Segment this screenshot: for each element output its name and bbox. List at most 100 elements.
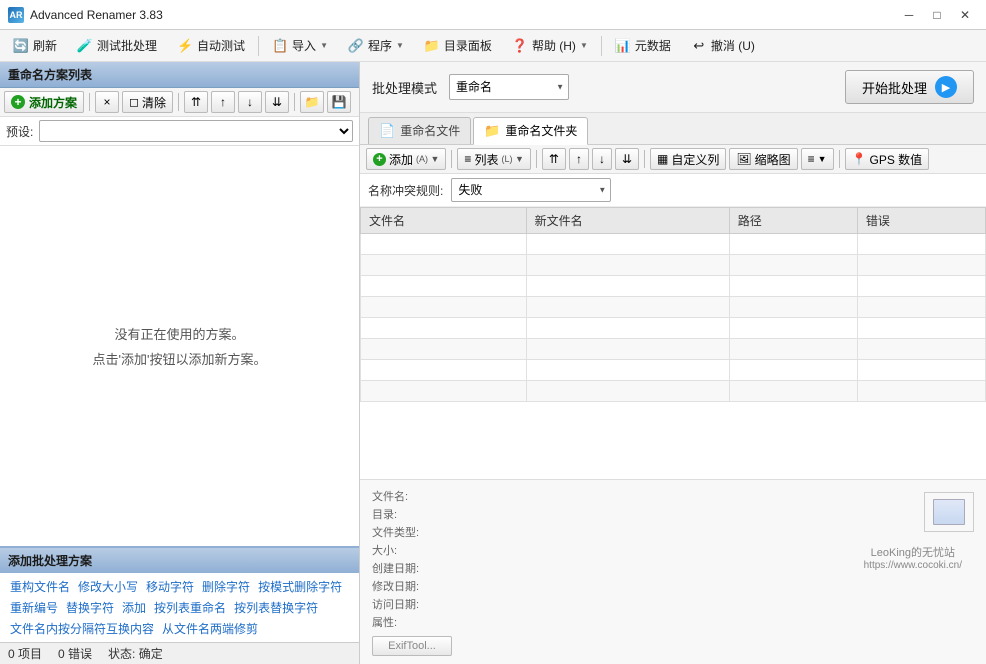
app-title: Advanced Renamer 3.83 — [30, 8, 163, 22]
table-row — [361, 276, 986, 297]
move-down-button[interactable]: ↓ — [238, 91, 262, 113]
conflict-row: 名称冲突规则: 失败 跳过 覆盖 — [360, 174, 986, 207]
link-trim[interactable]: 从文件名两端修剪 — [160, 619, 260, 638]
list-button[interactable]: ≡ 列表 (L) ▼ — [457, 148, 530, 170]
menu-auto-test[interactable]: ⚡ 自动测试 — [168, 33, 254, 58]
table-row — [361, 360, 986, 381]
menu-refresh[interactable]: 🔄 刷新 — [4, 33, 66, 58]
menu-undo[interactable]: ↩ 撤消 (U) — [682, 33, 764, 58]
folder-button[interactable]: 📁 — [300, 91, 324, 113]
link-replace-char[interactable]: 替换字符 — [64, 598, 116, 617]
brand-area: LeoKing的无忧站 https://www.cocoki.cn/ — [852, 540, 974, 575]
move-up-top-button[interactable]: ⇈ — [184, 91, 208, 113]
title-bar: AR Advanced Renamer 3.83 ─ □ ✕ — [0, 0, 986, 30]
file-info-section: 文件名: 目录: 文件类型: 大小: 创建日期: 修改日期: 访问日期: 属性:… — [360, 479, 986, 664]
close-button[interactable]: ✕ — [952, 5, 978, 25]
move-up-file-button[interactable]: ↑ — [569, 148, 589, 170]
action-toolbar: + 添加 (A) ▼ ≡ 列表 (L) ▼ ⇈ ↑ ↓ ⇊ ▦ 自定义列 🖼 缩 — [360, 145, 986, 174]
thumbnail-preview — [933, 499, 965, 525]
conflict-label: 名称冲突规则: — [368, 182, 443, 199]
batch-mode-label: 批处理模式 — [372, 78, 437, 97]
delete-scheme-button[interactable]: × — [95, 91, 119, 113]
info-size: 大小: — [372, 542, 832, 558]
menu-dir-panel[interactable]: 📁 目录面板 — [415, 33, 501, 58]
help-icon: ❓ — [512, 38, 528, 54]
menu-bar: 🔄 刷新 🧪 测试批处理 ⚡ 自动测试 📋 导入 ▼ 🔗 程序 ▼ 📁 目录面板… — [0, 30, 986, 62]
clear-icon: ◻ — [129, 95, 139, 109]
menu-help[interactable]: ❓ 帮助 (H) ▼ — [503, 33, 597, 58]
custom-col-icon: ▦ — [657, 152, 668, 166]
info-attributes: 属性: — [372, 614, 832, 630]
minimize-button[interactable]: ─ — [896, 5, 922, 25]
link-delete-char[interactable]: 删除字符 — [200, 577, 252, 596]
gps-icon: 📍 — [852, 152, 867, 166]
file-table-container[interactable]: 文件名 新文件名 路径 错误 — [360, 207, 986, 479]
custom-col-button[interactable]: ▦ 自定义列 — [650, 148, 726, 170]
info-filename: 文件名: — [372, 488, 832, 504]
dir-panel-icon: 📁 — [424, 38, 440, 54]
file-info-left: 文件名: 目录: 文件类型: 大小: 创建日期: 修改日期: 访问日期: 属性:… — [372, 488, 832, 656]
link-swap-delim[interactable]: 文件名内按分隔符互换内容 — [8, 619, 156, 638]
add-batch-section: 添加批处理方案 重构文件名 修改大小写 移动字符 删除字符 按模式删除字符 重新… — [0, 546, 359, 642]
link-pattern-delete[interactable]: 按模式删除字符 — [256, 577, 344, 596]
add-circle-icon: + — [11, 95, 25, 109]
clear-scheme-button[interactable]: ◻ 清除 — [122, 91, 173, 113]
table-row — [361, 255, 986, 276]
move-down-bottom-button[interactable]: ⇊ — [265, 91, 289, 113]
thumb-icon: 🖼 — [736, 152, 751, 166]
info-accessed: 访问日期: — [372, 596, 832, 612]
link-rename-file[interactable]: 重构文件名 — [8, 577, 72, 596]
link-list-rename[interactable]: 按列表重命名 — [152, 598, 228, 617]
batch-mode-select[interactable]: 重命名 复制 移动 — [449, 74, 569, 100]
add-file-icon: + — [373, 153, 386, 166]
move-up-button[interactable]: ↑ — [211, 91, 235, 113]
gps-button[interactable]: 📍 GPS 数值 — [845, 148, 930, 170]
add-file-button[interactable]: + 添加 (A) ▼ — [366, 148, 446, 170]
maximize-button[interactable]: □ — [924, 5, 950, 25]
move-down-bottom-file-button[interactable]: ⇊ — [615, 148, 639, 170]
thumbnail-button[interactable]: 🖼 缩略图 — [729, 148, 797, 170]
move-up-top-file-button[interactable]: ⇈ — [542, 148, 566, 170]
add-scheme-button[interactable]: + 添加方案 — [4, 91, 84, 113]
act-sep-3 — [644, 150, 645, 168]
preset-select[interactable] — [39, 120, 353, 142]
col-error: 错误 — [857, 208, 985, 234]
info-created: 创建日期: — [372, 560, 832, 576]
conflict-select[interactable]: 失败 跳过 覆盖 — [451, 178, 611, 202]
link-list-replace[interactable]: 按列表替换字符 — [232, 598, 320, 617]
menu-divider-2 — [601, 36, 602, 56]
link-add[interactable]: 添加 — [120, 598, 148, 617]
program-arrow: ▼ — [396, 41, 404, 50]
tab-rename-files[interactable]: 📄 重命名文件 — [368, 117, 471, 144]
auto-test-icon: ⚡ — [177, 38, 193, 54]
add-batch-links: 重构文件名 修改大小写 移动字符 删除字符 按模式删除字符 重新编号 替换字符 … — [0, 573, 359, 642]
menu-import[interactable]: 📋 导入 ▼ — [263, 33, 337, 58]
tab-rename-folders[interactable]: 📁 重命名文件夹 — [473, 117, 588, 145]
menu-metadata[interactable]: 📊 元数据 — [606, 33, 680, 58]
test-batch-icon: 🧪 — [77, 38, 93, 54]
left-panel: 重命名方案列表 + 添加方案 × ◻ 清除 ⇈ ↑ ↓ ⇊ 📁 💾 — [0, 62, 360, 664]
link-renumber[interactable]: 重新编号 — [8, 598, 60, 617]
import-arrow: ▼ — [320, 41, 328, 50]
save-button[interactable]: 💾 — [327, 91, 351, 113]
col-new-filename: 新文件名 — [526, 208, 729, 234]
link-change-case[interactable]: 修改大小写 — [76, 577, 140, 596]
preset-label: 预设: — [6, 123, 33, 140]
move-down-file-button[interactable]: ↓ — [592, 148, 612, 170]
list-icon: ≡ — [464, 152, 471, 166]
start-batch-button[interactable]: 开始批处理 ▶ — [845, 70, 974, 104]
empty-text-1: 没有正在使用的方案。 — [114, 324, 244, 343]
link-move-char[interactable]: 移动字符 — [144, 577, 196, 596]
error-count: 0 错误 — [58, 645, 92, 662]
menu-test-batch[interactable]: 🧪 测试批处理 — [68, 33, 166, 58]
act-sep-2 — [536, 150, 537, 168]
preset-row: 预设: — [0, 117, 359, 146]
batch-mode-select-wrapper: 重命名 复制 移动 — [449, 74, 569, 100]
scheme-toolbar: + 添加方案 × ◻ 清除 ⇈ ↑ ↓ ⇊ 📁 💾 — [0, 88, 359, 117]
exif-tool-button[interactable]: ExifTool... — [372, 636, 452, 656]
file-tabs: 📄 重命名文件 📁 重命名文件夹 — [360, 113, 986, 145]
table-row — [361, 318, 986, 339]
metadata-icon: 📊 — [615, 38, 631, 54]
menu-program[interactable]: 🔗 程序 ▼ — [339, 33, 413, 58]
sort-button[interactable]: ≡ ▼ — [801, 148, 834, 170]
